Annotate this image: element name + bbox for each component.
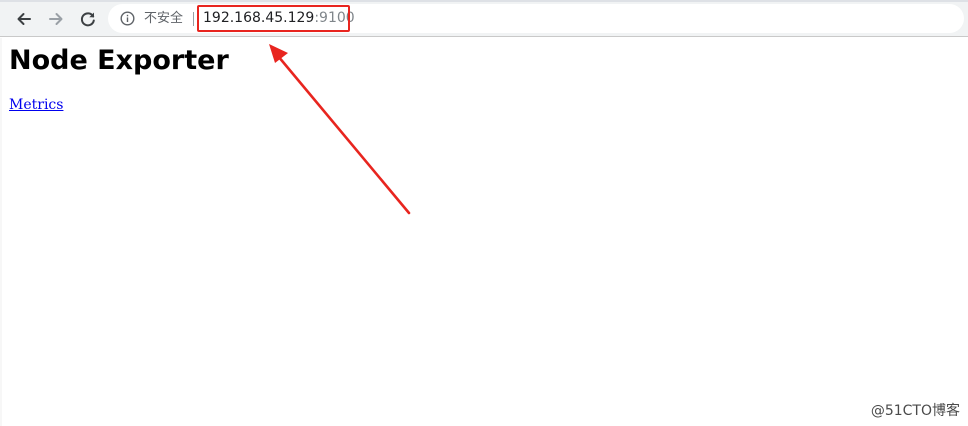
omnibox-separator [193,12,194,26]
reload-button[interactable] [75,6,101,32]
metrics-link[interactable]: Metrics [9,97,63,114]
forward-arrow-icon [49,13,63,25]
url-highlight-box [197,5,350,32]
tab-strip-edge [0,0,968,2]
reload-icon [80,12,95,27]
info-icon[interactable] [120,11,135,26]
back-arrow-icon [17,13,31,25]
security-label[interactable]: 不安全 [144,10,183,27]
page-left-edge [0,38,2,426]
watermark: @51CTO博客 [870,403,960,419]
page-content: Node Exporter Metrics [0,38,968,426]
page-title: Node Exporter [9,45,229,76]
browser-window: 不安全 192.168.45.129:9100 Node Exporter Me… [0,0,968,426]
browser-toolbar: 不安全 192.168.45.129:9100 [0,0,968,37]
back-button[interactable] [11,6,37,32]
forward-button[interactable] [43,6,69,32]
